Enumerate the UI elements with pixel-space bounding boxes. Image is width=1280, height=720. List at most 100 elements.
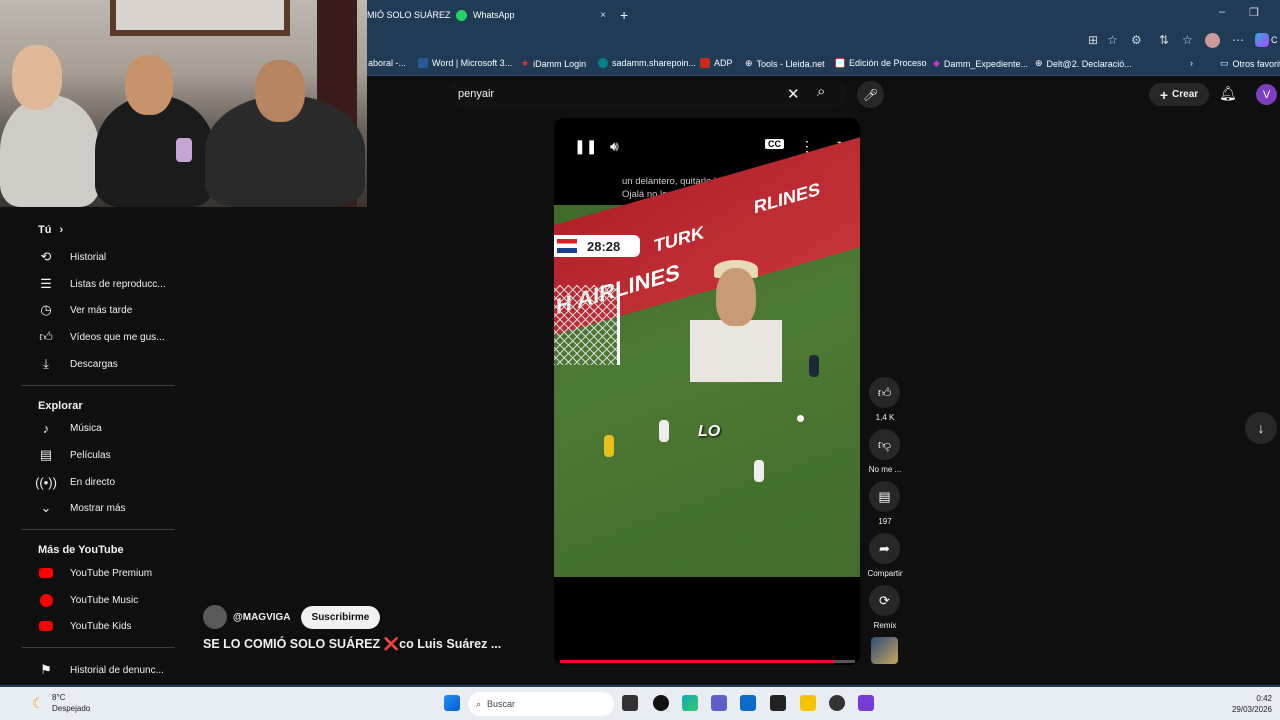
- task-view-icon[interactable]: [622, 695, 638, 711]
- extensions-icon[interactable]: ⚙: [1131, 33, 1142, 47]
- thumbs-up-icon: 👍︎: [877, 384, 892, 400]
- sidebar-item-liked-videos[interactable]: 👍︎ Vídeos que me gus...: [22, 324, 175, 350]
- player: [809, 355, 819, 377]
- apps-icon[interactable]: ⊞: [1088, 33, 1098, 47]
- windows-start-icon[interactable]: [444, 695, 460, 711]
- chrome-icon[interactable]: [829, 695, 845, 711]
- clock-icon: ◷: [40, 302, 52, 317]
- sidebar-item-playlists[interactable]: ☰ Listas de reproducc...: [22, 271, 175, 297]
- tab-video[interactable]: MIÓ SOLO SUÁREZ×: [367, 4, 462, 26]
- channel-name[interactable]: @MAGVIGA: [233, 612, 291, 623]
- bookmark-item[interactable]: ⊕ Tools - Lleida.net: [745, 58, 825, 69]
- dislike-button[interactable]: 👎︎: [869, 429, 900, 460]
- chevron-right-icon: ›: [59, 224, 64, 236]
- sidebar-item-watch-later[interactable]: ◷ Ver más tarde: [22, 297, 175, 323]
- weather-widget[interactable]: 8°C Despejado: [52, 692, 90, 714]
- subscribe-button[interactable]: Suscribirme: [300, 605, 381, 629]
- favorite-star-icon[interactable]: ☆: [1107, 33, 1118, 47]
- search-input[interactable]: penyair: [458, 88, 494, 100]
- next-video-button[interactable]: ↓: [1245, 412, 1277, 444]
- section-you[interactable]: Tú ›: [38, 224, 63, 236]
- taskbar-search[interactable]: ⌕ Buscar: [468, 692, 614, 716]
- file-explorer-icon[interactable]: [800, 695, 816, 711]
- app-icon[interactable]: [770, 695, 786, 711]
- split-screen-icon[interactable]: ⇅: [1159, 33, 1169, 47]
- comments-button[interactable]: ▤: [869, 481, 900, 512]
- divider: [22, 647, 175, 648]
- like-icon: 👍︎: [39, 329, 53, 344]
- search-icon: ⌕: [476, 698, 482, 709]
- app-icon[interactable]: [858, 695, 874, 711]
- sidebar-item-youtube-premium[interactable]: YouTube Premium: [22, 560, 175, 586]
- shorts-player[interactable]: ❚❚ 🔊︎ CC ⋮ ⤢ un delantero, quitarle la c…: [554, 118, 860, 665]
- sound-thumbnail[interactable]: [871, 637, 898, 664]
- pause-icon[interactable]: ❚❚: [574, 138, 597, 155]
- section-explore: Explorar: [38, 400, 83, 412]
- person-right-head: [255, 60, 305, 122]
- plus-icon: +: [1159, 86, 1169, 103]
- globe-icon: ⊕: [745, 58, 753, 68]
- remix-button[interactable]: ⟳: [869, 585, 900, 616]
- store-icon[interactable]: [740, 695, 756, 711]
- bookmark-item[interactable]: sadamm.sharepoin...: [598, 58, 696, 68]
- sidebar-item-movies[interactable]: ▤ Películas: [22, 442, 175, 468]
- minimize-icon[interactable]: –: [1219, 6, 1225, 18]
- sidebar-item-downloads[interactable]: ⤓ Descargas: [22, 351, 175, 377]
- like-button[interactable]: 👍︎: [869, 377, 900, 408]
- bookmark-item[interactable]: ⊕ Delt@2. Declaració...: [1035, 58, 1132, 69]
- divider: [22, 385, 175, 386]
- search-icon[interactable]: ⌕: [817, 83, 825, 100]
- left-edge: [0, 207, 22, 687]
- voice-search-button[interactable]: 🎤︎: [857, 81, 884, 108]
- sidebar-item-music[interactable]: ♪ Música: [22, 415, 175, 441]
- tab-whatsapp[interactable]: WhatsApp ×: [456, 4, 606, 26]
- create-button[interactable]: + Crear: [1149, 83, 1209, 106]
- close-tab-icon[interactable]: ×: [600, 10, 606, 21]
- sidebar-item-report-history[interactable]: ⚑ Historial de denunc...: [22, 657, 175, 683]
- sidebar-item-show-more[interactable]: ⌄ Mostrar más: [22, 495, 175, 521]
- youtube-premium-icon: [38, 565, 54, 581]
- weather-moon-icon: ☾: [32, 695, 45, 711]
- bookmark-folder[interactable]: ▭ Otros favorit: [1220, 58, 1280, 69]
- microphone-icon: 🎤︎: [862, 87, 879, 102]
- bookmark-item[interactable]: Word | Microsoft 3...: [418, 58, 512, 68]
- arrow-down-icon: ↓: [1257, 420, 1265, 436]
- adp-icon: [700, 58, 710, 68]
- profile-avatar[interactable]: [1205, 33, 1220, 48]
- sidebar-item-youtube-kids[interactable]: YouTube Kids: [22, 613, 175, 639]
- channel-avatar[interactable]: [203, 605, 227, 629]
- bookmark-item[interactable]: aboral -...: [368, 58, 406, 68]
- user-avatar[interactable]: V: [1256, 84, 1277, 105]
- teams-icon[interactable]: [711, 695, 727, 711]
- bookmark-item[interactable]: ★ iDamm Login: [521, 58, 586, 69]
- tiktok-icon[interactable]: [653, 695, 669, 711]
- maximize-icon[interactable]: ❐: [1249, 6, 1259, 19]
- copilot-icon[interactable]: [1255, 33, 1269, 47]
- progress-bar[interactable]: [560, 660, 855, 663]
- bookmark-item[interactable]: ◆ Damm_Expediente...: [933, 58, 1028, 69]
- captions-icon[interactable]: CC: [765, 139, 784, 149]
- notifications-bell-icon[interactable]: 🔔︎: [1219, 85, 1237, 102]
- like-count: 1,4 K: [875, 413, 895, 422]
- remix-label: Remix: [873, 621, 897, 630]
- bookmarks-overflow-icon[interactable]: ›: [1190, 58, 1193, 68]
- search-box[interactable]: penyair ✕ ⌕: [447, 80, 847, 108]
- volume-icon[interactable]: 🔊︎: [610, 138, 619, 155]
- clear-search-icon[interactable]: ✕: [787, 85, 800, 103]
- video-title[interactable]: SE LO COMIÓ SOLO SUÁREZ ❌co Luis Suárez …: [203, 637, 501, 652]
- globe-icon: ⊕: [1035, 58, 1043, 68]
- system-clock[interactable]: 0:42 29/03/2026: [1232, 693, 1272, 715]
- sidebar-item-youtube-music[interactable]: YouTube Music: [22, 587, 175, 613]
- goalkeeper: [604, 435, 614, 457]
- sidebar-item-history[interactable]: ⟲ Historial: [22, 244, 175, 270]
- more-menu-icon[interactable]: ⋯: [1232, 33, 1244, 47]
- bookmark-item[interactable]: ADP: [700, 58, 733, 68]
- share-button[interactable]: ➦: [869, 533, 900, 564]
- edge-icon[interactable]: [682, 695, 698, 711]
- sidebar-item-live[interactable]: ((•)) En directo: [22, 469, 175, 495]
- webcam-overlay: [0, 0, 367, 207]
- bookmark-item[interactable]: Edición de Proceso: [835, 58, 927, 68]
- new-tab-icon[interactable]: +: [620, 4, 628, 26]
- goal-net: [554, 285, 620, 365]
- favorites-icon[interactable]: ☆: [1182, 33, 1193, 47]
